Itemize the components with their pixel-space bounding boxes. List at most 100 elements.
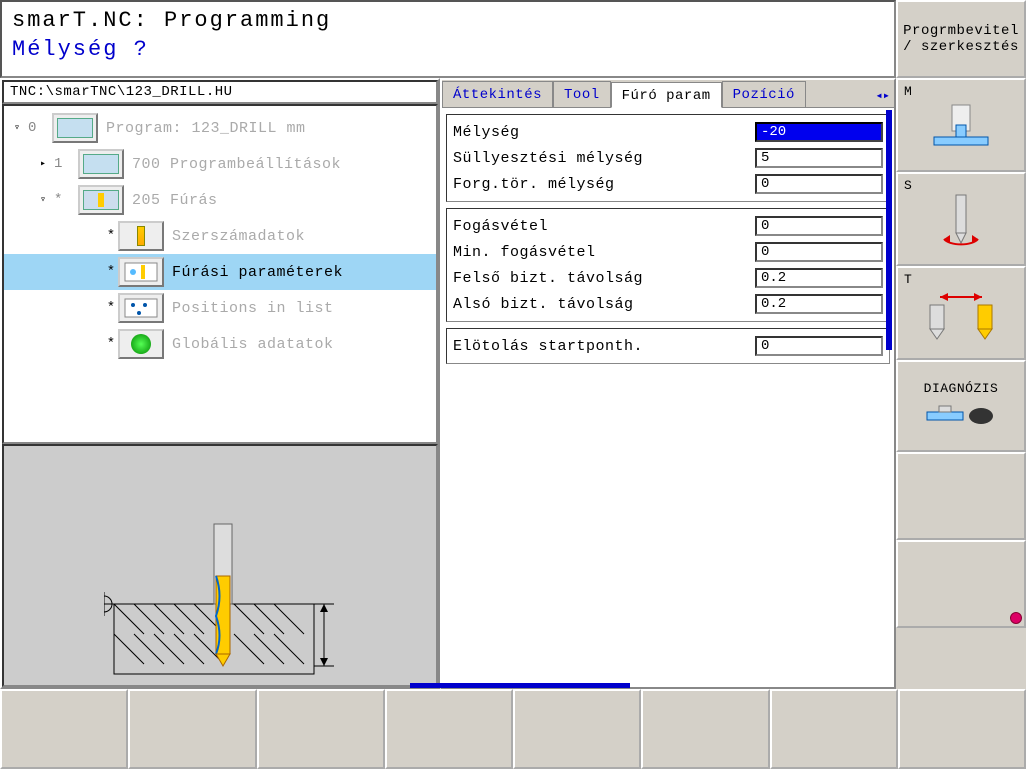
param-row: Süllyesztési mélység (453, 145, 883, 171)
softkey-2[interactable] (128, 689, 256, 769)
tree-expander-icon[interactable]: ▿ (10, 122, 24, 134)
file-path: TNC:\smarTNC\123_DRILL.HU (2, 80, 438, 104)
tool-change-icon (916, 281, 1006, 345)
tree-item-1[interactable]: ▸1 700 Programbeállítások (4, 146, 436, 182)
param-input[interactable] (755, 216, 883, 236)
diagnosis-icon (921, 402, 1001, 432)
param-label: Forg.tör. mélység (453, 176, 755, 193)
tree-item-5[interactable]: * Positions in list (4, 290, 436, 326)
param-input[interactable] (755, 174, 883, 194)
program-tree[interactable]: ▿0Program: 123_DRILL mm▸1700 Programbeál… (2, 104, 438, 444)
param-row: Mélység (453, 119, 883, 145)
parameter-panel: ÁttekintésToolFúró paramPozíció ◂▸ Mélysé… (440, 78, 896, 689)
softkey-8[interactable] (898, 689, 1026, 769)
rail-m-label: M (904, 84, 912, 99)
param-row: Min. fogásvétel (453, 239, 883, 265)
machine-icon (926, 97, 996, 153)
drill-preview-icon (104, 506, 364, 696)
softkey-5[interactable] (513, 689, 641, 769)
softkey-7[interactable] (770, 689, 898, 769)
tree-bullet: * (104, 228, 118, 244)
header-bar: smarT.NC: Programming Mélység ? (0, 0, 896, 78)
tree-label: Program: 123_DRILL mm (106, 120, 306, 137)
param-row: Elötolás startponth. (453, 333, 883, 359)
param-input[interactable] (755, 242, 883, 262)
tree-index: 1 (50, 156, 78, 172)
rail-t-label: T (904, 272, 912, 287)
param-input[interactable] (755, 122, 883, 142)
param-label: Elötolás startponth. (453, 338, 755, 355)
tree-label: 700 Programbeállítások (132, 156, 341, 173)
tree-index: 0 (24, 120, 52, 136)
tree-expander-icon[interactable]: ▸ (36, 158, 50, 170)
tree-node-icon (78, 149, 124, 179)
tree-node-icon (118, 293, 164, 323)
param-group: Mélység Süllyesztési mélység Forg.tör. mél… (446, 114, 890, 202)
spindle-icon (926, 189, 996, 249)
param-label: Min. fogásvétel (453, 244, 755, 261)
tab-0[interactable]: Áttekintés (442, 81, 553, 107)
tree-item-2[interactable]: ▿* 205 Fúrás (4, 182, 436, 218)
param-row: Fogásvétel (453, 213, 883, 239)
rail-button-diagnosis[interactable]: DIAGNÓZIS (896, 360, 1026, 452)
tree-node-icon (52, 113, 98, 143)
param-group: Fogásvétel Min. fogásvétel Felső bizt. táv… (446, 208, 890, 322)
mode-label-line2: / szerkesztés (903, 39, 1019, 55)
rail-s-label: S (904, 178, 912, 193)
param-input[interactable] (755, 336, 883, 356)
rail-button-m[interactable]: M (896, 78, 1026, 172)
rail-button-s[interactable]: S (896, 172, 1026, 266)
softkey-1[interactable] (0, 689, 128, 769)
tab-bar: ÁttekintésToolFúró paramPozíció ◂▸ (442, 80, 894, 108)
diag-label: DIAGNÓZIS (924, 381, 999, 396)
rail-button-t[interactable]: T (896, 266, 1026, 360)
tab-scroll-arrows[interactable]: ◂▸ (872, 84, 894, 107)
tab-3[interactable]: Pozíció (722, 81, 806, 107)
mode-label-line1: Progrmbevitel (903, 23, 1019, 39)
tree-item-6[interactable]: * Globális adatatok (4, 326, 436, 362)
tree-item-4[interactable]: * Fúrási paraméterek (4, 254, 436, 290)
mode-label: Progrmbevitel / szerkesztés (896, 0, 1026, 78)
tree-label: Positions in list (172, 300, 334, 317)
tab-1[interactable]: Tool (553, 81, 611, 107)
param-group: Elötolás startponth. (446, 328, 890, 364)
tree-node-icon (118, 257, 164, 287)
param-label: Süllyesztési mélység (453, 150, 755, 167)
param-input[interactable] (755, 148, 883, 168)
tree-bullet: * (104, 336, 118, 352)
tree-label: Szerszámadatok (172, 228, 305, 245)
rail-button-empty-2[interactable] (896, 540, 1026, 628)
tree-node-icon (78, 185, 124, 215)
softkey-4[interactable] (385, 689, 513, 769)
tree-panel: TNC:\smarTNC\123_DRILL.HU ▿0Program: 123… (0, 78, 440, 689)
tree-item-0[interactable]: ▿0 Program: 123_DRILL mm (4, 110, 436, 146)
tree-node-icon (118, 329, 164, 359)
tree-label: Fúrási paraméterek (172, 264, 343, 281)
param-label: Fogásvétel (453, 218, 755, 235)
rail-button-empty-1[interactable] (896, 452, 1026, 540)
tree-bullet: * (104, 264, 118, 280)
preview-area (2, 444, 438, 687)
prompt-text: Mélység ? (12, 37, 884, 62)
param-input[interactable] (755, 268, 883, 288)
softkey-3[interactable] (257, 689, 385, 769)
softkey-page-indicator (410, 683, 630, 688)
panel-scroll-indicator[interactable] (886, 110, 892, 350)
param-input[interactable] (755, 294, 883, 314)
tree-bullet: * (104, 300, 118, 316)
param-row: Felső bizt. távolság (453, 265, 883, 291)
app-title: smarT.NC: Programming (12, 8, 884, 33)
param-area: Mélység Süllyesztési mélység Forg.tör. mél… (442, 108, 894, 687)
param-label: Mélység (453, 124, 755, 141)
tree-label: 205 Fúrás (132, 192, 218, 209)
param-row: Alsó bizt. távolság (453, 291, 883, 317)
softkey-bar (0, 689, 1026, 769)
status-dot-icon (1010, 612, 1022, 624)
softkey-6[interactable] (641, 689, 769, 769)
param-row: Forg.tör. mélység (453, 171, 883, 197)
tree-index: * (50, 192, 78, 208)
tab-2[interactable]: Fúró param (611, 82, 722, 108)
tree-expander-icon[interactable]: ▿ (36, 194, 50, 206)
tree-item-3[interactable]: * Szerszámadatok (4, 218, 436, 254)
tree-label: Globális adatatok (172, 336, 334, 353)
